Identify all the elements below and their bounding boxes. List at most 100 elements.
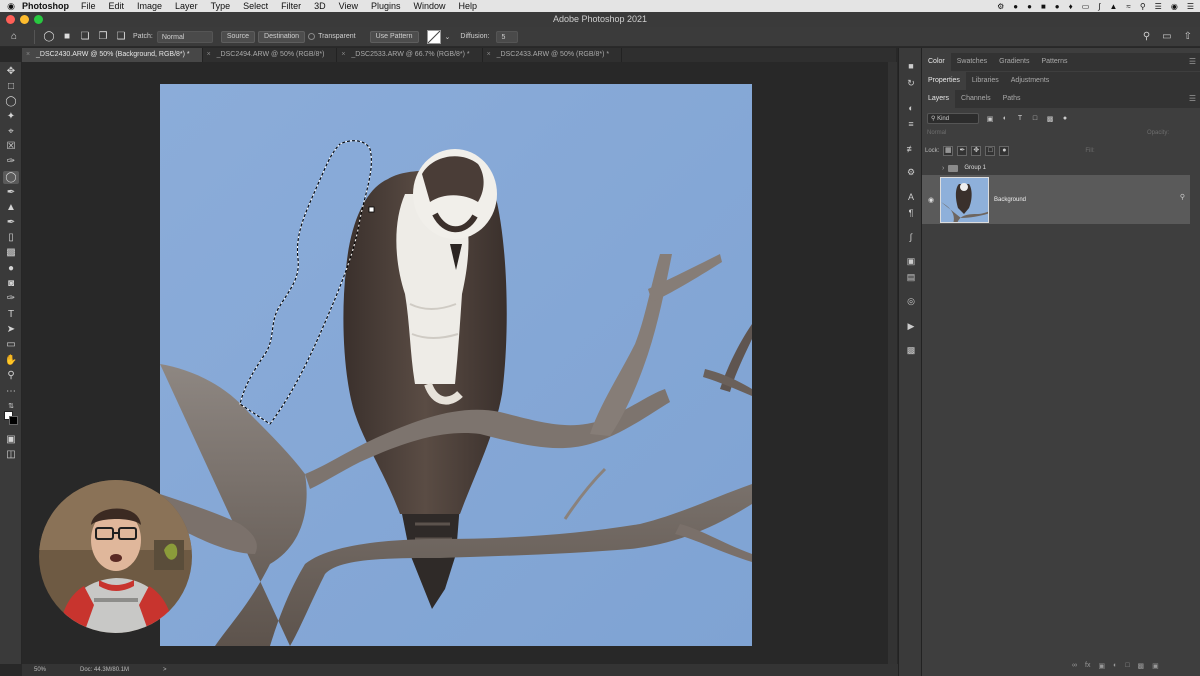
intersect-selection-icon[interactable]: ❑ — [115, 31, 127, 43]
menu-help[interactable]: Help — [459, 1, 478, 11]
fx-icon[interactable]: fx — [1085, 662, 1090, 670]
background-color[interactable] — [9, 416, 18, 425]
lock-position-icon[interactable]: ✥ — [971, 146, 982, 156]
frame-tool-icon[interactable]: ☒ — [3, 140, 19, 153]
camera-icon[interactable]: ■ — [1041, 2, 1046, 11]
tab-channels[interactable]: Channels — [955, 90, 997, 108]
more-tools-icon[interactable]: ⋯ — [3, 385, 19, 398]
menu-image[interactable]: Image — [137, 1, 162, 11]
bluetooth-icon[interactable]: ∫ — [1098, 2, 1100, 11]
actions-icon[interactable]: ▶ — [904, 320, 918, 332]
home-icon[interactable]: ⌂ — [8, 31, 20, 43]
history-brush-tool-icon[interactable]: ✒ — [3, 216, 19, 229]
chevron-down-icon[interactable]: ⌄ — [445, 33, 451, 41]
zoom-tool-icon[interactable]: ⚲ — [3, 369, 19, 382]
record-icon[interactable]: ● — [1055, 2, 1060, 11]
osprey-photo[interactable] — [160, 84, 752, 646]
blend-mode-select[interactable]: Normal — [927, 130, 946, 141]
menu-type[interactable]: Type — [211, 1, 231, 11]
tab-swatches[interactable]: Swatches — [951, 53, 993, 71]
blur-tool-icon[interactable]: ● — [3, 262, 19, 275]
vertical-scrollbar[interactable] — [888, 62, 897, 664]
transparent-checkbox[interactable] — [308, 33, 316, 40]
lasso-tool-icon[interactable]: ◯ — [3, 95, 19, 108]
eye-icon[interactable]: ◉ — [922, 196, 940, 204]
tab-libraries[interactable]: Libraries — [966, 72, 1005, 90]
tab-color[interactable]: Color — [922, 53, 951, 71]
pen-tool-icon[interactable]: ✑ — [3, 292, 19, 305]
lock-all-icon[interactable]: ● — [999, 146, 1010, 156]
siri-icon[interactable]: ◉ — [1171, 2, 1178, 11]
add-selection-icon[interactable]: ❏ — [79, 31, 91, 43]
crop-tool-icon[interactable]: ⌖ — [3, 125, 19, 138]
smart-object-filter-icon[interactable]: ▩ — [1045, 115, 1055, 123]
patch-tool-icon[interactable]: ◯ — [3, 171, 19, 184]
tab-adjustments[interactable]: Adjustments — [1005, 72, 1056, 90]
zoom-level[interactable]: 50% — [34, 667, 46, 673]
apple-icon[interactable]: ◉ — [0, 1, 22, 12]
quick-selection-tool-icon[interactable]: ✦ — [3, 110, 19, 123]
properties-icon[interactable]: ≢ — [904, 143, 918, 155]
quick-mask-icon[interactable]: ▣ — [3, 433, 19, 446]
app-menu[interactable]: Photoshop — [22, 1, 69, 11]
gear-icon[interactable]: ⚙ — [997, 2, 1004, 11]
tab-patterns[interactable]: Patterns — [1035, 53, 1073, 71]
pattern-swatch[interactable] — [426, 29, 441, 44]
3d-icon[interactable]: ▣ — [904, 255, 918, 267]
panel-menu-icon[interactable]: ☰ — [1189, 53, 1196, 71]
subtract-selection-icon[interactable]: ❐ — [97, 31, 109, 43]
airplay-icon[interactable]: ▲ — [1110, 2, 1118, 11]
move-tool-icon[interactable]: ✥ — [3, 65, 19, 78]
zoom-window-button[interactable] — [34, 15, 43, 24]
adjustments-icon[interactable]: ◐ — [904, 102, 918, 114]
eraser-tool-icon[interactable]: ▯ — [3, 231, 19, 244]
layer-row-group[interactable]: › Group 1 — [922, 161, 1200, 175]
tab-layers[interactable]: Layers — [922, 90, 956, 108]
share-icon[interactable]: ⇧ — [1184, 31, 1192, 42]
menu-select[interactable]: Select — [243, 1, 268, 11]
diffusion-input[interactable]: 5 — [496, 30, 519, 43]
close-icon[interactable]: × — [487, 48, 491, 62]
shape-filter-icon[interactable]: □ — [1030, 115, 1040, 122]
tab-dsc2433[interactable]: × _DSC2433.ARW @ 50% (RGB/8*) * — [483, 48, 623, 62]
search-icon[interactable]: ⚲ — [1143, 31, 1150, 42]
layer-row-background[interactable]: ◉ Background ⚲ — [922, 175, 1190, 224]
menu-3d[interactable]: 3D — [314, 1, 326, 11]
drop-icon[interactable]: ♦ — [1069, 2, 1073, 11]
link-layers-icon[interactable]: ∞ — [1072, 662, 1077, 670]
tab-properties[interactable]: Properties — [922, 72, 966, 90]
mail-icon[interactable]: ● — [1027, 2, 1032, 11]
marquee-tool-icon[interactable]: □ — [3, 80, 19, 93]
screen-mode-icon[interactable]: ◫ — [3, 448, 19, 461]
glyphs-icon[interactable]: ∫ — [904, 231, 918, 243]
new-layer-icon[interactable]: ▩ — [1138, 662, 1145, 670]
menu-plugins[interactable]: Plugins — [371, 1, 401, 11]
libraries-icon[interactable]: ⚙ — [904, 166, 918, 178]
brush-tool-icon[interactable]: ✒ — [3, 186, 19, 199]
history-icon[interactable]: ↻ — [904, 77, 918, 89]
chevron-right-icon[interactable]: › — [942, 165, 944, 172]
tab-dsc2494[interactable]: × _DSC2494.ARW @ 50% (RGB/8*) — [203, 48, 338, 62]
learn-icon[interactable]: ■ — [904, 60, 918, 72]
battery-icon[interactable]: ▭ — [1082, 2, 1090, 11]
timeline-icon[interactable]: ▩ — [904, 344, 918, 356]
workspace-icon[interactable]: ▭ — [1162, 31, 1171, 42]
eyedropper-tool-icon[interactable]: ✑ — [3, 155, 19, 168]
control-center-icon[interactable]: ☰ — [1155, 2, 1162, 11]
add-mask-icon[interactable]: ▣ — [1098, 662, 1105, 670]
menu-view[interactable]: View — [339, 1, 358, 11]
notes-icon[interactable]: ▤ — [904, 271, 918, 283]
tab-dsc2533[interactable]: × _DSC2533.ARW @ 66.7% (RGB/8*) * — [337, 48, 483, 62]
delete-layer-icon[interactable]: ▣ — [1152, 662, 1159, 670]
type-tool-icon[interactable]: T — [3, 308, 19, 321]
destination-button[interactable]: Destination — [258, 30, 306, 43]
gradient-tool-icon[interactable]: ▩ — [3, 246, 19, 259]
close-icon[interactable]: × — [341, 48, 345, 62]
menu-file[interactable]: File — [81, 1, 96, 11]
new-group-icon[interactable]: □ — [1125, 662, 1129, 670]
wifi-icon[interactable]: ≈ — [1126, 2, 1130, 11]
type-filter-icon[interactable]: T — [1015, 115, 1025, 122]
hand-tool-icon[interactable]: ✋ — [3, 354, 19, 367]
shape-tool-icon[interactable]: ▭ — [3, 338, 19, 351]
close-window-button[interactable] — [6, 15, 15, 24]
